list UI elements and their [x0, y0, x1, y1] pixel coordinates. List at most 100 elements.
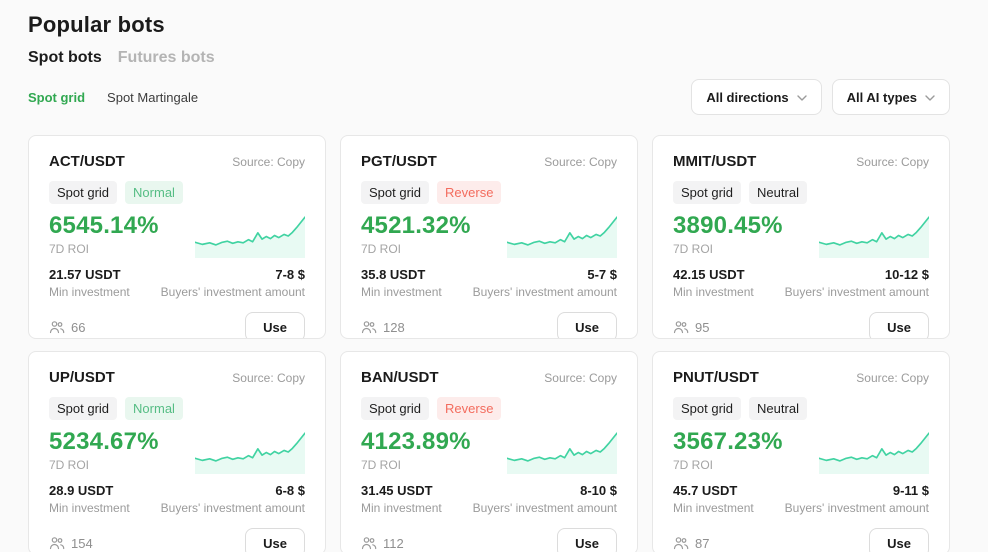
card-footer: 112 Use — [361, 528, 617, 552]
tag-row: Spot grid Neutral — [673, 181, 929, 204]
min-investment-value: 31.45 USDT — [361, 483, 433, 498]
bot-card: ACT/USDT Source: Copy Spot grid Normal 6… — [28, 135, 326, 339]
copiers-count-value: 66 — [71, 319, 86, 335]
dropdown-filters: All directions All AI types — [691, 79, 950, 115]
tag-row: Spot grid Normal — [49, 181, 305, 204]
direction-tag: Neutral — [749, 181, 807, 204]
stats-row: 45.7 USDT Min investment 9-11 $ Buyers' … — [673, 483, 929, 515]
use-button[interactable]: Use — [245, 312, 305, 338]
min-investment-stat: 28.9 USDT Min investment — [49, 483, 130, 515]
subtab-spot-grid[interactable]: Spot grid — [28, 90, 85, 105]
buyers-amount-value: 10-12 $ — [884, 267, 929, 282]
min-investment-label: Min investment — [49, 285, 130, 299]
bot-card: PGT/USDT Source: Copy Spot grid Reverse … — [340, 135, 638, 339]
card-footer: 95 Use — [673, 312, 929, 338]
buyers-amount-value: 8-10 $ — [580, 483, 617, 498]
buyers-amount-value: 5-7 $ — [587, 267, 617, 282]
chevron-down-icon — [925, 94, 935, 101]
roi-sparkline — [507, 432, 617, 474]
min-investment-label: Min investment — [361, 285, 442, 299]
direction-tag: Reverse — [437, 181, 502, 204]
sparkline-area — [195, 217, 305, 258]
roi-value: 6545.14% — [49, 212, 159, 239]
buyers-amount-stat: 6-8 $ Buyers' investment amount — [161, 483, 305, 515]
roi-block: 4123.89% 7D ROI — [361, 428, 471, 472]
min-investment-value: 35.8 USDT — [361, 267, 426, 282]
roi-block: 4521.32% 7D ROI — [361, 212, 471, 256]
min-investment-stat: 45.7 USDT Min investment — [673, 483, 754, 515]
min-investment-label: Min investment — [673, 501, 754, 515]
bot-card: UP/USDT Source: Copy Spot grid Normal 52… — [28, 351, 326, 552]
card-header: BAN/USDT Source: Copy — [361, 369, 617, 386]
bot-card: BAN/USDT Source: Copy Spot grid Reverse … — [340, 351, 638, 552]
roi-value: 4123.89% — [361, 428, 471, 455]
spot-grid-tag: Spot grid — [673, 181, 742, 204]
use-button[interactable]: Use — [869, 312, 929, 338]
roi-block: 6545.14% 7D ROI — [49, 212, 159, 256]
tag-row: Spot grid Reverse — [361, 181, 617, 204]
buyers-amount-label: Buyers' investment amount — [160, 501, 305, 515]
pair-name: ACT/USDT — [49, 153, 125, 170]
tag-row: Spot grid Normal — [49, 397, 305, 420]
spot-grid-tag: Spot grid — [361, 397, 430, 420]
tab-spot-bots[interactable]: Spot bots — [28, 49, 102, 67]
pair-name: PNUT/USDT — [673, 369, 759, 386]
stats-row: 21.57 USDT Min investment 7-8 $ Buyers' … — [49, 267, 305, 299]
min-investment-stat: 21.57 USDT Min investment — [49, 267, 130, 299]
subtab-spot-martingale[interactable]: Spot Martingale — [107, 90, 198, 105]
card-header: ACT/USDT Source: Copy — [49, 153, 305, 170]
page-title: Popular bots — [28, 12, 165, 37]
copiers-count: 112 — [361, 536, 404, 551]
users-icon — [49, 320, 65, 334]
min-investment-label: Min investment — [673, 285, 754, 299]
min-investment-label: Min investment — [361, 501, 442, 515]
min-investment-value: 28.9 USDT — [49, 483, 114, 498]
users-icon — [673, 536, 689, 550]
stats-row: 31.45 USDT Min investment 8-10 $ Buyers'… — [361, 483, 617, 515]
roi-sparkline — [507, 216, 617, 258]
buyers-amount-stat: 5-7 $ Buyers' investment amount — [473, 267, 617, 299]
users-icon — [49, 536, 65, 550]
copiers-count: 87 — [673, 536, 709, 551]
buyers-amount-value: 9-11 $ — [892, 483, 929, 498]
chevron-down-icon — [796, 94, 807, 101]
use-button[interactable]: Use — [869, 528, 929, 552]
spot-grid-tag: Spot grid — [49, 181, 118, 204]
roi-block: 5234.67% 7D ROI — [49, 428, 159, 472]
source-label: Source: Copy — [544, 155, 617, 169]
strategy-subtabs: Spot grid Spot Martingale — [28, 90, 198, 105]
roi-value: 5234.67% — [49, 428, 159, 455]
card-header: PNUT/USDT Source: Copy — [673, 369, 929, 386]
sparkline-area — [195, 433, 305, 474]
card-footer: 66 Use — [49, 312, 305, 338]
pair-name: UP/USDT — [49, 369, 115, 386]
min-investment-value: 42.15 USDT — [673, 267, 745, 282]
buyers-amount-label: Buyers' investment amount — [784, 285, 929, 299]
all-directions-dropdown[interactable]: All directions — [691, 79, 822, 115]
source-label: Source: Copy — [232, 371, 305, 385]
copiers-count-value: 128 — [383, 319, 405, 335]
direction-tag: Reverse — [437, 397, 502, 420]
roi-value: 3890.45% — [673, 212, 783, 239]
source-label: Source: Copy — [856, 371, 929, 385]
copiers-count: 66 — [49, 320, 85, 335]
roi-row: 5234.67% 7D ROI — [49, 428, 305, 474]
use-button[interactable]: Use — [245, 528, 305, 552]
min-investment-value: 21.57 USDT — [49, 267, 121, 282]
bot-card: MMIT/USDT Source: Copy Spot grid Neutral… — [652, 135, 950, 339]
use-button[interactable]: Use — [557, 528, 617, 552]
min-investment-label: Min investment — [49, 501, 130, 515]
copiers-count-value: 112 — [383, 535, 404, 551]
min-investment-stat: 31.45 USDT Min investment — [361, 483, 442, 515]
sparkline-area — [819, 433, 929, 474]
roi-period-label: 7D ROI — [361, 458, 402, 472]
stats-row: 42.15 USDT Min investment 10-12 $ Buyers… — [673, 267, 929, 299]
tab-futures-bots[interactable]: Futures bots — [118, 49, 215, 67]
card-header: PGT/USDT Source: Copy — [361, 153, 617, 170]
all-ai-types-dropdown[interactable]: All AI types — [831, 79, 950, 115]
roi-block: 3567.23% 7D ROI — [673, 428, 783, 472]
roi-period-label: 7D ROI — [49, 458, 90, 472]
roi-row: 4123.89% 7D ROI — [361, 428, 617, 474]
use-button[interactable]: Use — [557, 312, 617, 338]
roi-value: 4521.32% — [361, 212, 471, 239]
